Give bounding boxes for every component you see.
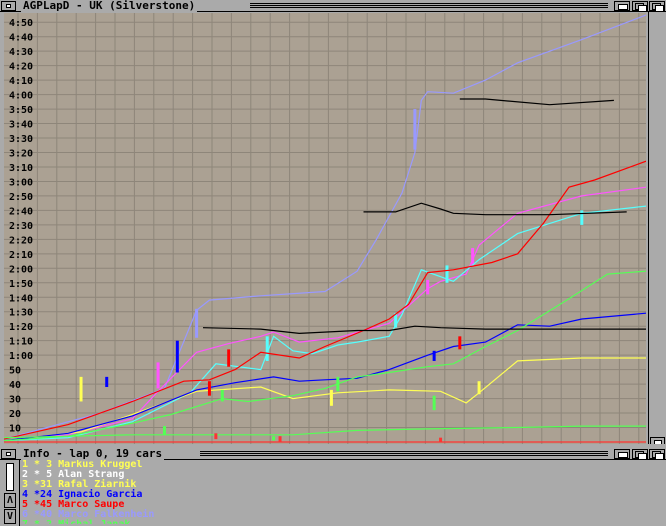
lap-chart-svg: 10 20 30 40 50 1:00 1:10 1:20 1:30 1:40 1:50 2:00 2:… xyxy=(4,13,646,444)
y-tick-label: 4:20 xyxy=(9,62,33,73)
depth-icon[interactable] xyxy=(632,1,648,12)
info-title: Info - lap 0, 19 cars xyxy=(21,447,165,460)
chart-window: AGPLapD - UK (Silverstone) 10 20 30 40 50 1:0… xyxy=(0,0,666,448)
y-tick-label: 4:40 xyxy=(9,33,33,44)
series-line xyxy=(202,325,646,335)
series-line xyxy=(4,270,646,442)
series-line xyxy=(4,205,646,442)
y-tick-label: 3:10 xyxy=(9,163,33,174)
y-tick-label: 3:00 xyxy=(9,177,33,188)
y-tick-label: 2:40 xyxy=(9,206,33,217)
title-bar-stripes xyxy=(250,3,608,9)
y-tick-label: 20 xyxy=(9,409,21,420)
info-close-icon[interactable] xyxy=(1,449,16,459)
info-depth-back-icon[interactable] xyxy=(649,449,665,460)
zoom-icon[interactable] xyxy=(614,1,630,11)
y-tick-label: 3:30 xyxy=(9,134,33,145)
y-tick-label: 40 xyxy=(9,380,21,391)
window-title: AGPLapD - UK (Silverstone) xyxy=(21,0,198,12)
right-border xyxy=(648,12,666,448)
y-tick-label: 2:50 xyxy=(9,192,33,203)
y-tick-label: 4:50 xyxy=(9,18,33,29)
info-depth-icon[interactable] xyxy=(632,449,648,460)
y-tick-label: 1:10 xyxy=(9,337,33,348)
driver-row[interactable]: 7 * 2 Michal Janak xyxy=(22,520,642,525)
info-zoom-icon[interactable] xyxy=(614,449,630,459)
lap-chart: 10 20 30 40 50 1:00 1:10 1:20 1:30 1:40 1:50 2:00 2:… xyxy=(4,13,646,444)
y-tick-label: 4:00 xyxy=(9,91,33,102)
y-tick-label: 1:50 xyxy=(9,279,33,290)
y-tick-label: 3:20 xyxy=(9,149,33,160)
y-tick-label: 1:30 xyxy=(9,308,33,319)
series-line xyxy=(4,14,646,440)
info-window: Info - lap 0, 19 cars Λ V 1 * 3 Markus K… xyxy=(0,448,666,526)
series-line xyxy=(459,98,614,106)
y-tick-label: 2:00 xyxy=(9,264,33,275)
y-tick-label: 1:20 xyxy=(9,322,33,333)
series-line xyxy=(363,202,627,216)
y-tick-label: 3:40 xyxy=(9,120,33,131)
y-tick-label: 30 xyxy=(9,395,21,406)
driver-list: 1 * 3 Markus Kruggel 2 * 5 Alan Strang 3 *… xyxy=(22,460,642,524)
series-line xyxy=(4,160,646,440)
y-tick-label: 2:20 xyxy=(9,235,33,246)
scroll-down-icon[interactable]: V xyxy=(4,509,16,524)
y-tick-label: 4:10 xyxy=(9,76,33,87)
title-bar[interactable]: AGPLapD - UK (Silverstone) xyxy=(0,0,666,12)
y-tick-label: 4:30 xyxy=(9,47,33,58)
close-icon[interactable] xyxy=(1,1,16,11)
y-tick-label: 50 xyxy=(9,366,21,377)
y-tick-label: 10 xyxy=(9,424,21,435)
y-tick-label: 1:00 xyxy=(9,351,33,362)
series-line xyxy=(4,357,646,442)
info-title-bar[interactable]: Info - lap 0, 19 cars xyxy=(0,448,666,460)
info-scrollbar[interactable]: Λ V xyxy=(0,460,20,526)
info-title-bar-stripes xyxy=(200,451,608,457)
y-tick-label: 2:10 xyxy=(9,250,33,261)
scroll-up-icon[interactable]: Λ xyxy=(4,493,16,508)
y-tick-label: 3:50 xyxy=(9,105,33,116)
y-tick-label: 2:30 xyxy=(9,221,33,232)
y-tick-label: 1:40 xyxy=(9,293,33,304)
scroll-knob[interactable] xyxy=(6,463,14,491)
depth-back-icon[interactable] xyxy=(649,1,665,12)
